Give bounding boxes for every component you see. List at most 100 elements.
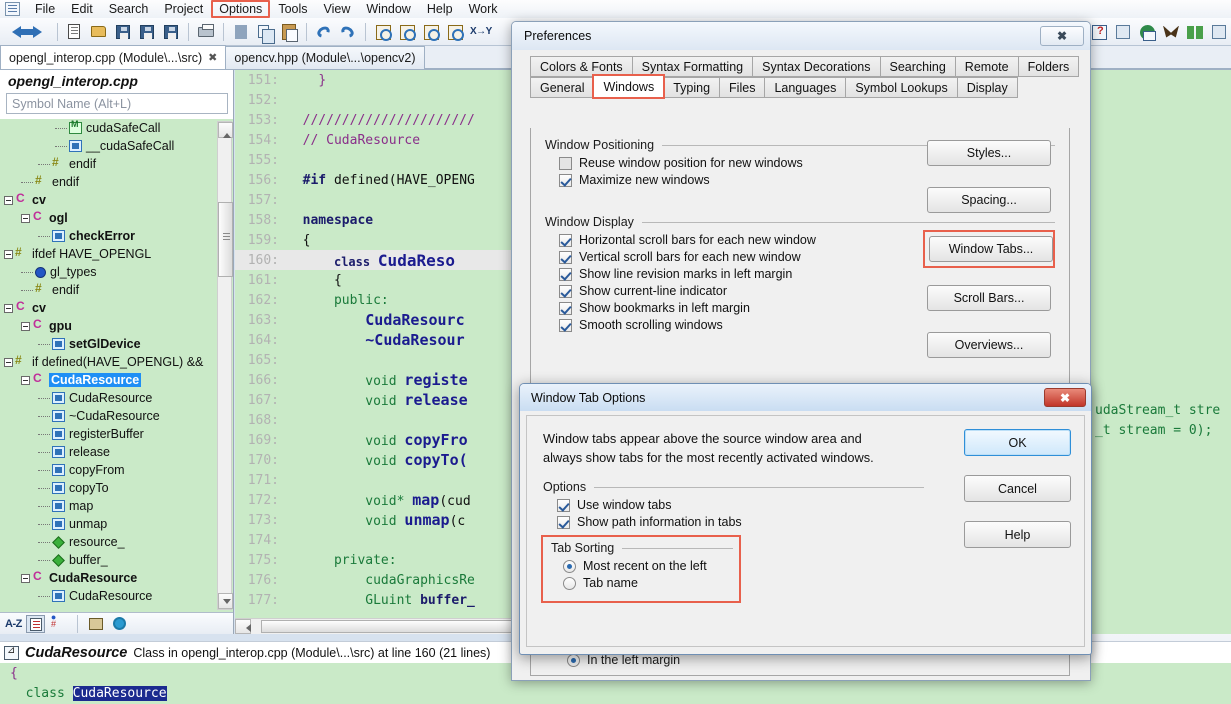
- tree-item[interactable]: endif: [0, 281, 233, 299]
- print-icon[interactable]: [195, 21, 217, 43]
- scroll-bars-button[interactable]: Scroll Bars...: [927, 285, 1051, 311]
- tree-expander-icon[interactable]: [21, 573, 30, 583]
- symbol-tree[interactable]: cudaSafeCall__cudaSafeCallendifendifcvog…: [0, 119, 233, 612]
- tab-languages[interactable]: Languages: [764, 77, 847, 98]
- tab-symbol-lookups[interactable]: Symbol Lookups: [845, 77, 958, 98]
- build-icon[interactable]: [1160, 21, 1182, 43]
- scroll-down-icon[interactable]: [218, 593, 233, 609]
- close-icon[interactable]: ✖: [1044, 388, 1086, 407]
- styles-button[interactable]: Styles...: [927, 140, 1051, 166]
- menu-work[interactable]: Work: [461, 1, 506, 17]
- file-tab-opengl-interop[interactable]: opengl_interop.cpp (Module\...\src) ✖: [0, 45, 227, 69]
- gear-icon[interactable]: [110, 615, 129, 633]
- checkbox-icon[interactable]: [559, 250, 572, 264]
- symbol-list-icon[interactable]: [25, 614, 45, 633]
- cut-icon[interactable]: [230, 21, 252, 43]
- replace-icon[interactable]: X→Y: [468, 21, 492, 43]
- checkbox-icon[interactable]: [559, 233, 572, 247]
- checkbox-icon[interactable]: [559, 284, 572, 298]
- tree-expander-icon[interactable]: [4, 303, 13, 313]
- tab-display[interactable]: Display: [956, 77, 1018, 98]
- tree-expander-icon[interactable]: [4, 195, 13, 205]
- ok-button[interactable]: OK: [964, 429, 1071, 456]
- copy-icon[interactable]: [254, 21, 276, 44]
- checkbox-icon[interactable]: [559, 318, 572, 332]
- radio-icon[interactable]: [567, 653, 580, 667]
- radio-most-recent-on-left[interactable]: Most recent on the left: [563, 559, 733, 573]
- save-as-icon[interactable]: [160, 21, 182, 43]
- tree-expander-icon[interactable]: [21, 375, 30, 385]
- tree-expander-icon[interactable]: [21, 321, 30, 331]
- menu-search[interactable]: Search: [101, 1, 157, 17]
- window-tab-options-titlebar[interactable]: Window Tab Options ✖: [520, 384, 1091, 411]
- window-tabs-button[interactable]: Window Tabs...: [929, 236, 1053, 262]
- tree-item[interactable]: CudaResource: [0, 389, 233, 407]
- tree-item[interactable]: checkError: [0, 227, 233, 245]
- tab-syntax-decorations[interactable]: Syntax Decorations: [752, 56, 881, 77]
- tree-item[interactable]: registerBuffer: [0, 425, 233, 443]
- menu-options[interactable]: Options: [211, 0, 271, 18]
- tree-item[interactable]: CudaResource: [0, 371, 233, 389]
- back-arrow-icon[interactable]: [5, 21, 29, 43]
- tab-windows[interactable]: Windows: [592, 74, 666, 99]
- help-button[interactable]: Help: [964, 521, 1071, 548]
- tab-folders[interactable]: Folders: [1017, 56, 1080, 77]
- tree-item[interactable]: cv: [0, 299, 233, 317]
- tree-expander-icon[interactable]: [21, 213, 30, 223]
- tree-expander-icon[interactable]: [4, 357, 13, 367]
- menu-project[interactable]: Project: [156, 1, 211, 17]
- tree-item[interactable]: CudaResource: [0, 569, 233, 587]
- save-icon[interactable]: [112, 21, 134, 43]
- menu-edit[interactable]: Edit: [63, 1, 101, 17]
- menu-file[interactable]: File: [27, 1, 63, 17]
- spacing-button[interactable]: Spacing...: [927, 187, 1051, 213]
- browse-icon[interactable]: [1136, 21, 1158, 43]
- tree-item[interactable]: buffer_: [0, 551, 233, 569]
- menu-window[interactable]: Window: [358, 1, 418, 17]
- tree-expander-icon[interactable]: [4, 249, 13, 259]
- find-next-icon[interactable]: [420, 21, 442, 43]
- menu-help[interactable]: Help: [419, 1, 461, 17]
- tree-item[interactable]: ifdef HAVE_OPENGL: [0, 245, 233, 263]
- tree-item[interactable]: endif: [0, 173, 233, 191]
- radio-tab-name[interactable]: Tab name: [563, 576, 733, 590]
- tree-item[interactable]: endif: [0, 155, 233, 173]
- find-all-icon[interactable]: [444, 21, 466, 43]
- symbol-search-input[interactable]: Symbol Name (Alt+L): [6, 93, 228, 114]
- tab-syntax-formatting[interactable]: Syntax Formatting: [631, 56, 754, 77]
- find-prev-icon[interactable]: [396, 21, 418, 43]
- tree-item[interactable]: gpu: [0, 317, 233, 335]
- tree-item[interactable]: if defined(HAVE_OPENGL) &&: [0, 353, 233, 371]
- compare-icon[interactable]: [1184, 21, 1206, 43]
- tab-colors-fonts[interactable]: Colors & Fonts: [530, 56, 633, 77]
- forward-arrow-icon[interactable]: [25, 21, 51, 43]
- overviews-button[interactable]: Overviews...: [927, 332, 1051, 358]
- tree-item[interactable]: cv: [0, 191, 233, 209]
- tree-item[interactable]: __cudaSafeCall: [0, 137, 233, 155]
- file-tab-opencv-hpp[interactable]: opencv.hpp (Module\...\opencv2): [225, 46, 425, 69]
- save-all-icon[interactable]: [136, 21, 158, 43]
- tab-searching[interactable]: Searching: [879, 56, 956, 77]
- tree-item[interactable]: release: [0, 443, 233, 461]
- scroll-thumb[interactable]: [218, 202, 233, 277]
- cancel-button[interactable]: Cancel: [964, 475, 1071, 502]
- menu-view[interactable]: View: [316, 1, 359, 17]
- tab-remote[interactable]: Remote: [954, 56, 1019, 77]
- checkbox-icon[interactable]: [557, 498, 570, 512]
- open-folder-icon[interactable]: [88, 21, 110, 43]
- tree-item[interactable]: map: [0, 497, 233, 515]
- close-icon[interactable]: ✖: [1040, 26, 1084, 46]
- tree-item[interactable]: unmap: [0, 515, 233, 533]
- undo-icon[interactable]: [313, 21, 335, 43]
- tree-item[interactable]: ~CudaResource: [0, 407, 233, 425]
- find-icon[interactable]: [372, 21, 394, 43]
- context-icon[interactable]: [1088, 21, 1110, 43]
- radio-in-left-margin[interactable]: In the left margin: [567, 653, 680, 667]
- paste-icon[interactable]: [278, 21, 300, 43]
- book-icon[interactable]: [87, 615, 106, 633]
- radio-icon[interactable]: [563, 576, 576, 590]
- preferences-titlebar[interactable]: Preferences ✖: [512, 22, 1090, 50]
- new-file-icon[interactable]: [64, 21, 86, 43]
- tree-item[interactable]: setGlDevice: [0, 335, 233, 353]
- checkbox-icon[interactable]: [559, 301, 572, 315]
